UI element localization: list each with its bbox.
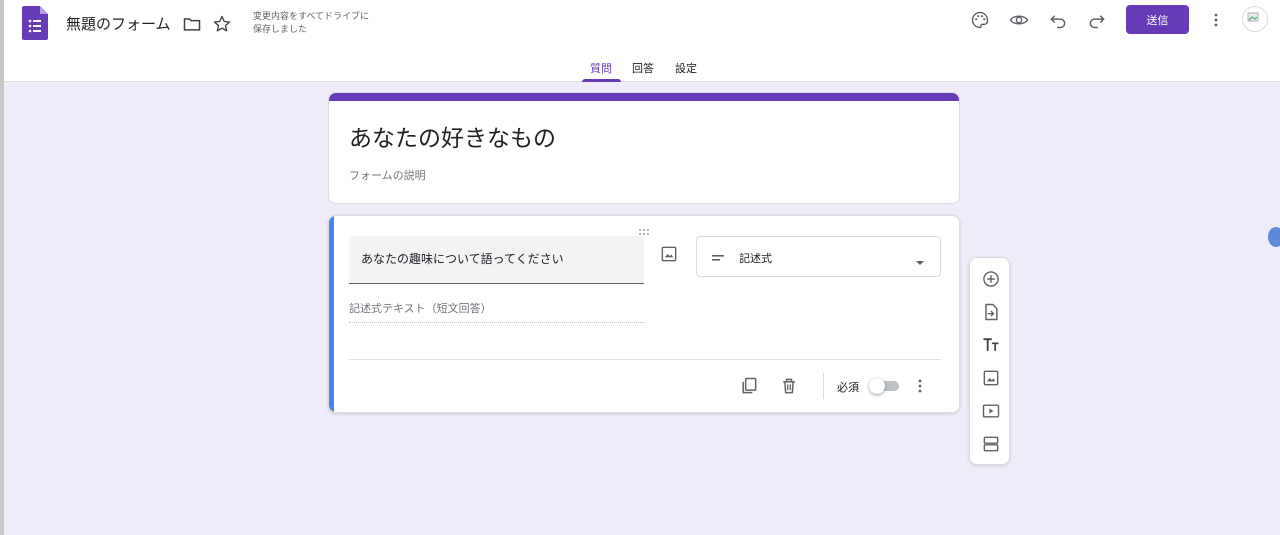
document-title[interactable]: 無題のフォーム [66,13,171,34]
duplicate-icon[interactable] [735,372,763,400]
toggle-thumb [869,378,885,394]
active-question-indicator [329,216,334,412]
chevron-down-icon [915,253,925,265]
top-app-bar: 無題のフォーム 変更内容をすべてドライブに 保存しました 送信 質問 回答 設定 [4,0,1280,82]
required-label: 必須 [837,381,859,394]
add-title-icon[interactable] [980,334,1002,356]
import-questions-icon[interactable] [980,301,1002,323]
form-title[interactable]: あなたの好きなもの [349,119,556,153]
question-more-options-icon[interactable] [906,372,934,400]
form-description-field[interactable]: フォームの説明 [349,167,426,183]
question-footer-divider [349,359,941,360]
form-title-card: あなたの好きなもの フォームの説明 [328,92,960,204]
star-icon[interactable] [208,10,236,38]
folder-icon[interactable] [178,10,206,38]
add-question-icon[interactable] [980,268,1002,290]
delete-icon[interactable] [775,372,803,400]
question-type-dropdown[interactable]: 記述式 [696,236,941,277]
tab-responses[interactable]: 回答 [632,60,654,76]
palette-icon[interactable] [966,6,994,34]
question-title-input[interactable]: あなたの趣味について語ってください [349,236,644,284]
preview-eye-icon[interactable] [1005,6,1033,34]
tab-bar: 質問 回答 設定 [4,56,1280,82]
add-image-to-question-icon[interactable] [659,244,679,268]
footer-separator [823,373,824,399]
undo-icon[interactable] [1044,6,1072,34]
send-button[interactable]: 送信 [1126,5,1189,34]
required-toggle[interactable] [869,378,901,394]
extension-widget-icon[interactable] [1268,227,1280,247]
save-status-line1: 変更内容をすべてドライブに [253,12,370,22]
save-status: 変更内容をすべてドライブに 保存しました [253,11,403,37]
add-section-icon[interactable] [980,433,1002,455]
tab-questions[interactable]: 質問 [590,60,612,76]
title-card-accent-stripe [329,93,959,101]
floating-side-toolbar [969,257,1010,465]
drag-handle-icon[interactable] [637,221,653,235]
short-answer-placeholder: 記述式テキスト（短文回答） [349,300,645,323]
add-video-icon[interactable] [980,400,1002,422]
short-answer-icon [711,250,725,264]
tab-settings[interactable]: 設定 [675,60,697,76]
avatar[interactable] [1242,6,1268,32]
question-type-label: 記述式 [739,252,772,265]
forms-logo-icon[interactable] [22,6,48,40]
add-image-icon[interactable] [980,367,1002,389]
question-card[interactable]: あなたの趣味について語ってください 記述式 記述式テキスト（短文回答） 必須 [328,215,960,413]
redo-icon[interactable] [1083,6,1111,34]
save-status-line2: 保存しました [253,25,308,35]
active-tab-indicator [582,79,621,82]
more-vert-icon[interactable] [1202,6,1230,34]
